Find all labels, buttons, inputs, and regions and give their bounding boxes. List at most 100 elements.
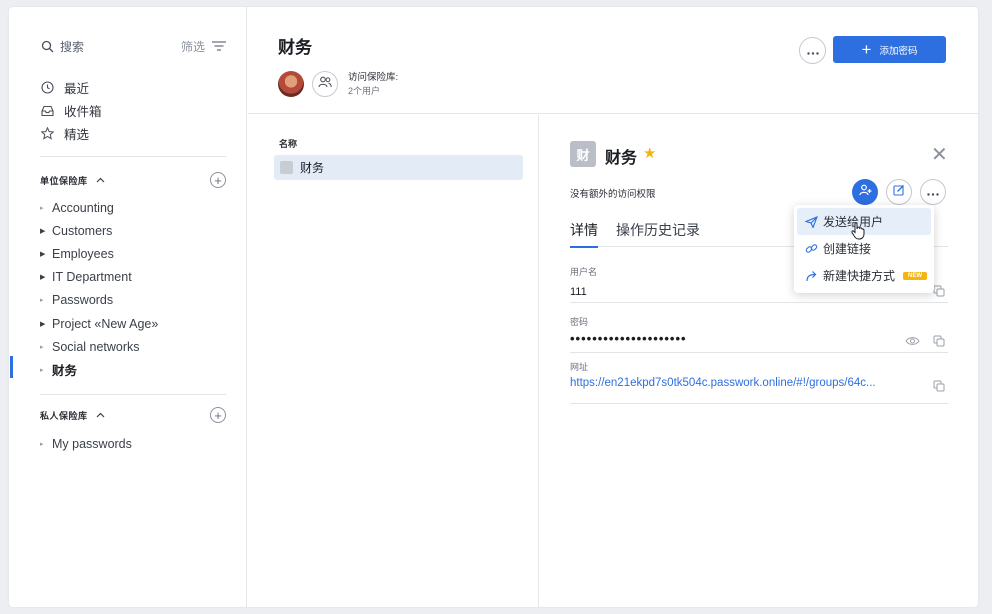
items-pane: 名称 财务 — [248, 115, 539, 607]
divider — [570, 403, 948, 404]
new-badge: NEW — [903, 271, 928, 280]
menu-item-new-shortcut[interactable]: 新建快捷方式 NEW — [797, 262, 931, 289]
vault-label: Employees — [52, 246, 114, 261]
add-user-icon — [858, 183, 872, 201]
column-header-name[interactable]: 名称 — [279, 137, 297, 150]
close-icon[interactable]: ✕ — [931, 145, 948, 165]
nav-item-inbox[interactable]: 收件箱 — [40, 99, 102, 122]
copy-icon[interactable] — [932, 284, 946, 298]
divider — [40, 156, 226, 157]
add-password-label: 添加密码 — [879, 45, 918, 57]
more-horizontal-icon — [927, 183, 939, 201]
expand-icon[interactable]: ▶ — [40, 320, 52, 328]
share-button[interactable] — [852, 179, 878, 205]
hand-cursor-icon — [851, 222, 865, 245]
vault-item-project-new-age[interactable]: ▶ Project «New Age» — [40, 312, 158, 335]
divider — [570, 352, 948, 353]
section-title: 单位保险库 — [40, 175, 88, 186]
password-label: 密码 — [570, 317, 589, 327]
edit-button[interactable] — [886, 179, 912, 205]
tab-details[interactable]: 详情 — [570, 220, 598, 248]
org-vaults-header[interactable]: 单位保险库 + — [40, 170, 226, 190]
item-badge: 财 — [570, 141, 596, 167]
vault-item-it-department[interactable]: ▶ IT Department — [40, 266, 158, 289]
sidebar: 搜索 筛选 最近 收件箱 精选 单位保险库 + ▸ Accounting ▶ C… — [9, 7, 247, 607]
item-label: 财务 — [300, 161, 325, 175]
edit-icon — [893, 183, 905, 201]
username-label: 用户名 — [570, 267, 598, 277]
star-icon — [40, 127, 54, 141]
access-status: 没有额外的访问权限 — [570, 189, 656, 200]
vault-item-social-networks[interactable]: ▸ Social networks — [40, 335, 158, 358]
item-thumbnail-icon — [280, 161, 293, 174]
nav-item-recent[interactable]: 最近 — [40, 76, 102, 99]
vault-item-accounting[interactable]: ▸ Accounting — [40, 196, 158, 219]
chevron-up-icon[interactable] — [96, 412, 105, 418]
nav-list: 最近 收件箱 精选 — [40, 76, 102, 145]
vault-label: IT Department — [52, 270, 132, 285]
send-icon — [804, 215, 818, 229]
expand-icon[interactable]: ▶ — [40, 227, 52, 235]
access-label: 访问保险库: — [348, 72, 399, 83]
active-indicator — [10, 356, 13, 378]
divider — [40, 394, 226, 395]
list-item[interactable]: 财务 — [274, 155, 523, 180]
expand-icon[interactable]: ▶ — [40, 273, 52, 281]
org-vault-list: ▸ Accounting ▶ Customers ▶ Employees ▶ IT De… — [40, 196, 158, 382]
password-value[interactable]: ••••••••••••••••••••• — [570, 331, 687, 346]
item-actions-menu: 发送给用户 创建链接 新建快捷方式 NEW — [794, 205, 934, 293]
vault-label: Customers — [52, 223, 113, 238]
clock-icon — [40, 81, 54, 95]
chevron-up-icon[interactable] — [96, 177, 105, 183]
vault-label: Project «New Age» — [52, 316, 159, 331]
vault-item-my-passwords[interactable]: ▸ My passwords — [40, 432, 132, 455]
nav-item-favorites[interactable]: 精选 — [40, 122, 102, 145]
nav-item-label: 精选 — [64, 128, 90, 142]
users-icon — [318, 75, 332, 93]
add-password-button[interactable]: + 添加密码 — [833, 36, 946, 63]
nav-item-label: 最近 — [64, 82, 90, 96]
bullet-icon: ▸ — [40, 204, 44, 212]
copy-icon[interactable] — [932, 334, 946, 348]
expand-icon[interactable]: ▶ — [40, 250, 52, 258]
filter-icon — [212, 41, 226, 51]
vault-users-button[interactable] — [312, 71, 338, 97]
search-input[interactable]: 搜索 — [60, 38, 84, 55]
eye-icon[interactable] — [904, 334, 920, 348]
app-window: 搜索 筛选 最近 收件箱 精选 单位保险库 + ▸ Accounting ▶ C… — [9, 7, 978, 607]
bullet-icon: ▸ — [40, 343, 44, 351]
access-count: 2个用户 — [348, 86, 381, 96]
tab-history[interactable]: 操作历史记录 — [616, 220, 700, 247]
section-title: 私人保险库 — [40, 410, 88, 421]
vault-item-customers[interactable]: ▶ Customers — [40, 219, 158, 242]
add-vault-button[interactable]: + — [210, 172, 226, 188]
vault-more-button[interactable] — [799, 37, 826, 64]
item-more-button[interactable] — [920, 179, 946, 205]
username-value[interactable]: 111 — [570, 286, 587, 298]
search-bar[interactable]: 搜索 筛选 — [41, 36, 226, 56]
vault-item-passwords[interactable]: ▸ Passwords — [40, 289, 158, 312]
link-icon — [804, 242, 818, 256]
avatar[interactable] — [278, 71, 304, 97]
vault-label: My passwords — [52, 436, 132, 451]
bullet-icon: ▸ — [40, 366, 44, 374]
plus-icon: + — [861, 40, 872, 59]
vault-item-employees[interactable]: ▶ Employees — [40, 242, 158, 265]
private-vault-list: ▸ My passwords — [40, 432, 132, 455]
shortcut-arrow-icon — [804, 269, 818, 283]
inbox-icon — [40, 104, 54, 118]
vault-label: 财务 — [52, 364, 78, 379]
copy-icon[interactable] — [932, 379, 946, 393]
menu-item-label: 新建快捷方式 — [823, 269, 896, 283]
add-vault-button[interactable]: + — [210, 407, 226, 423]
filter-button[interactable]: 筛选 — [181, 38, 226, 55]
vault-label: Social networks — [52, 339, 140, 354]
vault-header: 财务 访问保险库: 2个用户 + 添加密码 — [248, 7, 978, 114]
bullet-icon: ▸ — [40, 440, 44, 448]
vault-item-finance[interactable]: ▸ 财务 — [40, 358, 158, 381]
nav-item-label: 收件箱 — [64, 105, 102, 119]
private-vaults-header[interactable]: 私人保险库 + — [40, 405, 226, 425]
favorite-star-icon[interactable]: ★ — [643, 144, 656, 162]
url-link[interactable]: https://en21ekpd7s0tk504c.passwork.onlin… — [570, 377, 910, 389]
url-label: 网址 — [570, 362, 589, 372]
